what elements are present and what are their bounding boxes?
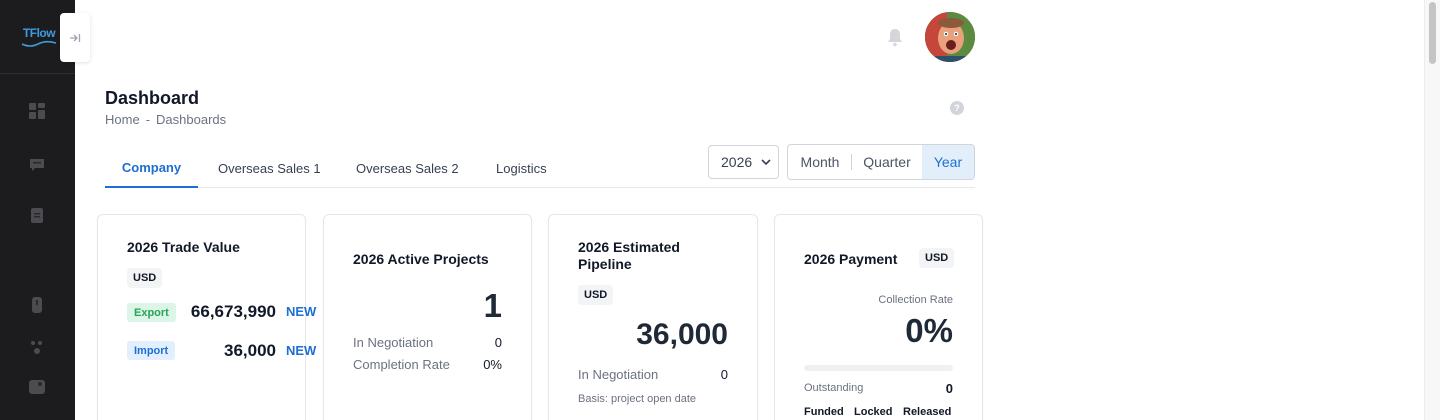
page-scrollbar[interactable] [1424, 0, 1440, 420]
breadcrumb: Home - Dashboards [105, 112, 226, 127]
currency-badge: USD [127, 268, 163, 288]
tab-company[interactable]: Company [105, 148, 198, 188]
import-tag: Import [127, 341, 176, 360]
basis-note: Basis: project open date [578, 393, 697, 405]
app-logo[interactable]: TFlow [20, 26, 58, 50]
tab-logistics[interactable]: Logistics [496, 148, 547, 188]
gallery-icon[interactable] [28, 378, 46, 396]
export-tag: Export [127, 303, 176, 322]
breadcrumb-separator: - [145, 112, 151, 127]
year-select-value: 2026 [721, 154, 753, 170]
chat-icon[interactable] [28, 156, 46, 174]
currency-badge: USD [919, 248, 955, 268]
outstanding-label: Outstanding [804, 382, 864, 394]
document-icon[interactable] [28, 206, 46, 224]
active-projects-card: 2026 Active Projects 1 In Negotiation 0 … [323, 214, 532, 420]
released-label: Released [903, 406, 952, 418]
funded-label: Funded [804, 406, 844, 418]
collection-rate-value: 0% [905, 312, 953, 349]
card-title: 2026 Trade Value [127, 239, 240, 255]
pipeline-value: 36,000 [636, 318, 728, 351]
breadcrumb-home[interactable]: Home [105, 112, 140, 127]
help-icon[interactable]: ? [950, 101, 964, 115]
import-new-link[interactable]: NEW [286, 343, 316, 358]
active-projects-count: 1 [483, 287, 502, 324]
scrollbar-thumb[interactable] [1429, 2, 1436, 64]
currency-badge: USD [578, 285, 614, 305]
bell-icon[interactable] [886, 27, 904, 47]
period-year-label: Year [933, 154, 963, 170]
negotiation-label: In Negotiation [353, 335, 434, 350]
card-title: 2026 Payment [804, 251, 898, 267]
completion-label: Completion Rate [353, 357, 450, 372]
year-select[interactable]: 2026 [708, 145, 779, 179]
trade-value-card: 2026 Trade Value USD Export 66,673,990 N… [97, 214, 316, 420]
locked-label: Locked [854, 406, 893, 418]
card-title: 2026 Active Projects [353, 251, 489, 267]
negotiation-label: In Negotiation [578, 367, 659, 382]
sidebar: TFlow [0, 0, 75, 420]
card-title-line-1: 2026 Estimated [578, 239, 680, 255]
outstanding-value: 0 [945, 381, 953, 396]
export-value: 66,673,990 [190, 302, 276, 321]
breadcrumb-dashboards: Dashboards [156, 112, 227, 127]
import-value: 36,000 [224, 341, 276, 360]
negotiation-value: 0 [720, 367, 728, 382]
period-month-button[interactable]: Month [788, 145, 852, 179]
period-month-label: Month [800, 154, 840, 170]
tab-overseas-sales-1[interactable]: Overseas Sales 1 [218, 148, 321, 188]
chevron-down-icon [761, 159, 771, 166]
sidebar-toggle-button[interactable] [60, 13, 90, 62]
pipeline-card: 2026 Estimated Pipeline USD 36,000 In Ne… [548, 214, 758, 420]
team-icon[interactable] [28, 338, 46, 356]
avatar[interactable] [925, 12, 975, 62]
app-logo-text: TFlow [22, 26, 56, 40]
period-quarter-label: Quarter [863, 154, 911, 170]
negotiation-value: 0 [494, 335, 502, 350]
completion-value: 0% [483, 357, 502, 372]
dashboard-icon[interactable] [28, 102, 46, 120]
card-title: 2026 Estimated Pipeline [578, 239, 680, 273]
user-icon[interactable] [28, 296, 46, 314]
arrow-right-to-line-icon [70, 33, 81, 42]
payment-card: 2026 Payment USD Collection Rate 0% Outs… [774, 214, 983, 420]
period-toggle: Month Quarter Year [787, 144, 975, 180]
tab-overseas-sales-2[interactable]: Overseas Sales 2 [356, 148, 459, 188]
export-new-link[interactable]: NEW [286, 304, 316, 319]
logo-wave-icon [21, 40, 57, 47]
sidebar-divider [0, 73, 75, 74]
collection-rate-bar [804, 365, 953, 371]
period-year-button[interactable]: Year [922, 145, 974, 179]
collection-rate-label: Collection Rate [878, 294, 953, 306]
page-title: Dashboard [105, 88, 200, 108]
card-title-line-2: Pipeline [578, 256, 632, 272]
period-quarter-button[interactable]: Quarter [852, 145, 922, 179]
